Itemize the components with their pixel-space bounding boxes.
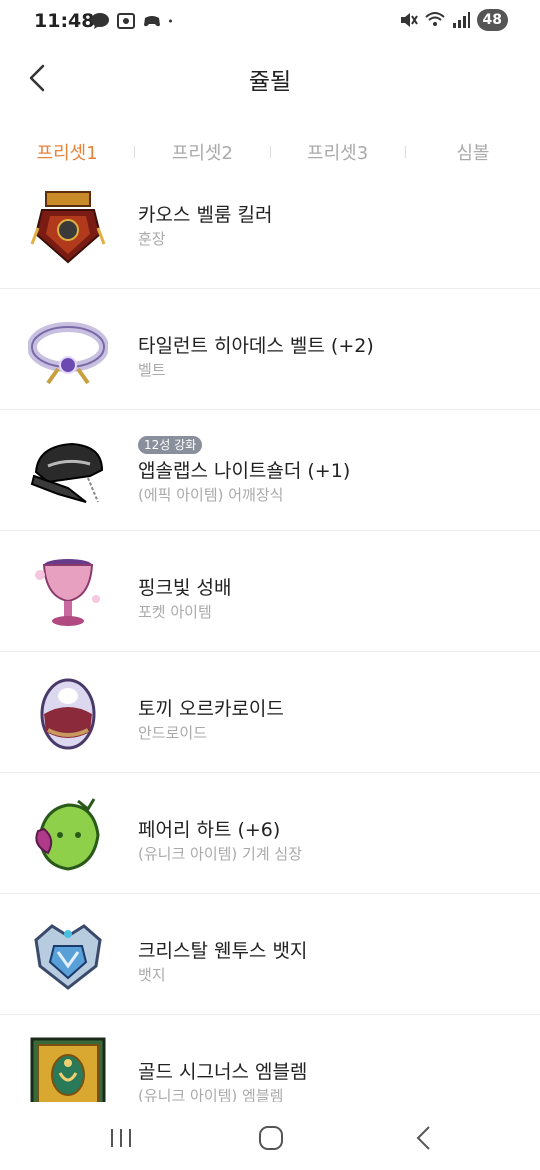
- talk-icon: [91, 13, 109, 29]
- emblem-icon: [30, 1037, 106, 1102]
- list-item[interactable]: 핑크빛 성배 포켓 아이템: [0, 531, 540, 652]
- wifi-icon: [424, 12, 445, 26]
- status-bar: 11:48 48: [0, 0, 540, 44]
- enhance-badge: 12성 강화: [138, 436, 203, 454]
- item-name: 토끼 오르카로이드: [138, 698, 284, 720]
- home-icon: [259, 1126, 283, 1150]
- item-category: 포켓 아이템: [138, 603, 212, 621]
- status-left-icons: [90, 12, 178, 30]
- heart-icon: [35, 798, 100, 871]
- dot-icon: [169, 19, 172, 23]
- signal-icon: [452, 12, 470, 28]
- item-category: (에픽 아이템) 어깨장식: [138, 486, 284, 504]
- screen-icon: [117, 13, 135, 29]
- battery-level: 48: [476, 9, 508, 31]
- preset-tabs: 프리셋1 프리셋2 프리셋3 심볼: [0, 132, 540, 172]
- chalice-icon: [35, 559, 100, 626]
- shoulder-icon: [30, 442, 104, 503]
- list-item[interactable]: 12성 강화 앱솔랩스 나이트숄더 (+1) (에픽 아이템) 어깨장식: [0, 410, 540, 531]
- item-name: 페어리 하트 (+6): [138, 819, 281, 841]
- item-name: 타일런트 히아데스 벨트 (+2): [138, 335, 374, 357]
- item-name: 골드 시그너스 엠블렘: [138, 1061, 308, 1083]
- page-title: 쥴될: [248, 69, 292, 95]
- system-nav-bar: [0, 1102, 540, 1170]
- tab-preset-1[interactable]: 프리셋1: [0, 139, 134, 165]
- game-icon: [144, 16, 160, 27]
- recent-apps-button[interactable]: [101, 1124, 141, 1152]
- list-item[interactable]: 골드 시그너스 엠블렘 (유니크 아이템) 엠블렘: [0, 1015, 540, 1102]
- status-right: 48: [399, 9, 508, 31]
- list-item[interactable]: 토끼 오르카로이드 안드로이드: [0, 652, 540, 773]
- item-category: 벨트: [138, 361, 166, 379]
- item-category: 뱃지: [138, 966, 166, 984]
- list-item[interactable]: 페어리 하트 (+6) (유니크 아이템) 기계 심장: [0, 773, 540, 894]
- medal-icon: [30, 191, 106, 264]
- item-category: 훈장: [138, 230, 166, 248]
- item-name: 핑크빛 성배: [138, 577, 232, 599]
- nav-back-icon: [416, 1126, 430, 1150]
- list-item[interactable]: 크리스탈 웬투스 뱃지 뱃지: [0, 894, 540, 1015]
- tab-preset-2[interactable]: 프리셋2: [135, 139, 269, 165]
- item-name: 앱솔랩스 나이트숄더 (+1): [138, 460, 351, 482]
- android-icon: [40, 678, 96, 750]
- item-category: (유니크 아이템) 엠블렘: [138, 1087, 284, 1102]
- item-name: 카오스 벨룸 킬러: [138, 204, 273, 226]
- home-button[interactable]: [251, 1124, 291, 1152]
- mute-icon: [400, 13, 418, 27]
- item-name: 크리스탈 웬투스 뱃지: [138, 940, 308, 962]
- badge-icon: [34, 924, 102, 990]
- list-item[interactable]: 타일런트 히아데스 벨트 (+2) 벨트: [0, 289, 540, 410]
- tab-preset-3[interactable]: 프리셋3: [271, 139, 405, 165]
- nav-back-button[interactable]: [403, 1124, 443, 1152]
- list-item[interactable]: 카오스 벨룸 킬러 훈장: [0, 180, 540, 289]
- tab-symbol[interactable]: 심볼: [406, 139, 540, 165]
- recent-apps-icon: [111, 1129, 131, 1147]
- belt-icon: [28, 322, 108, 385]
- item-category: 안드로이드: [138, 724, 208, 742]
- status-time: 11:48: [34, 10, 95, 32]
- header: 쥴될: [0, 44, 540, 112]
- equipment-list: 카오스 벨룸 킬러 훈장 타일런트 히아데스 벨트 (+2) 벨트 12성 강화…: [0, 180, 540, 1102]
- item-category: (유니크 아이템) 기계 심장: [138, 845, 303, 863]
